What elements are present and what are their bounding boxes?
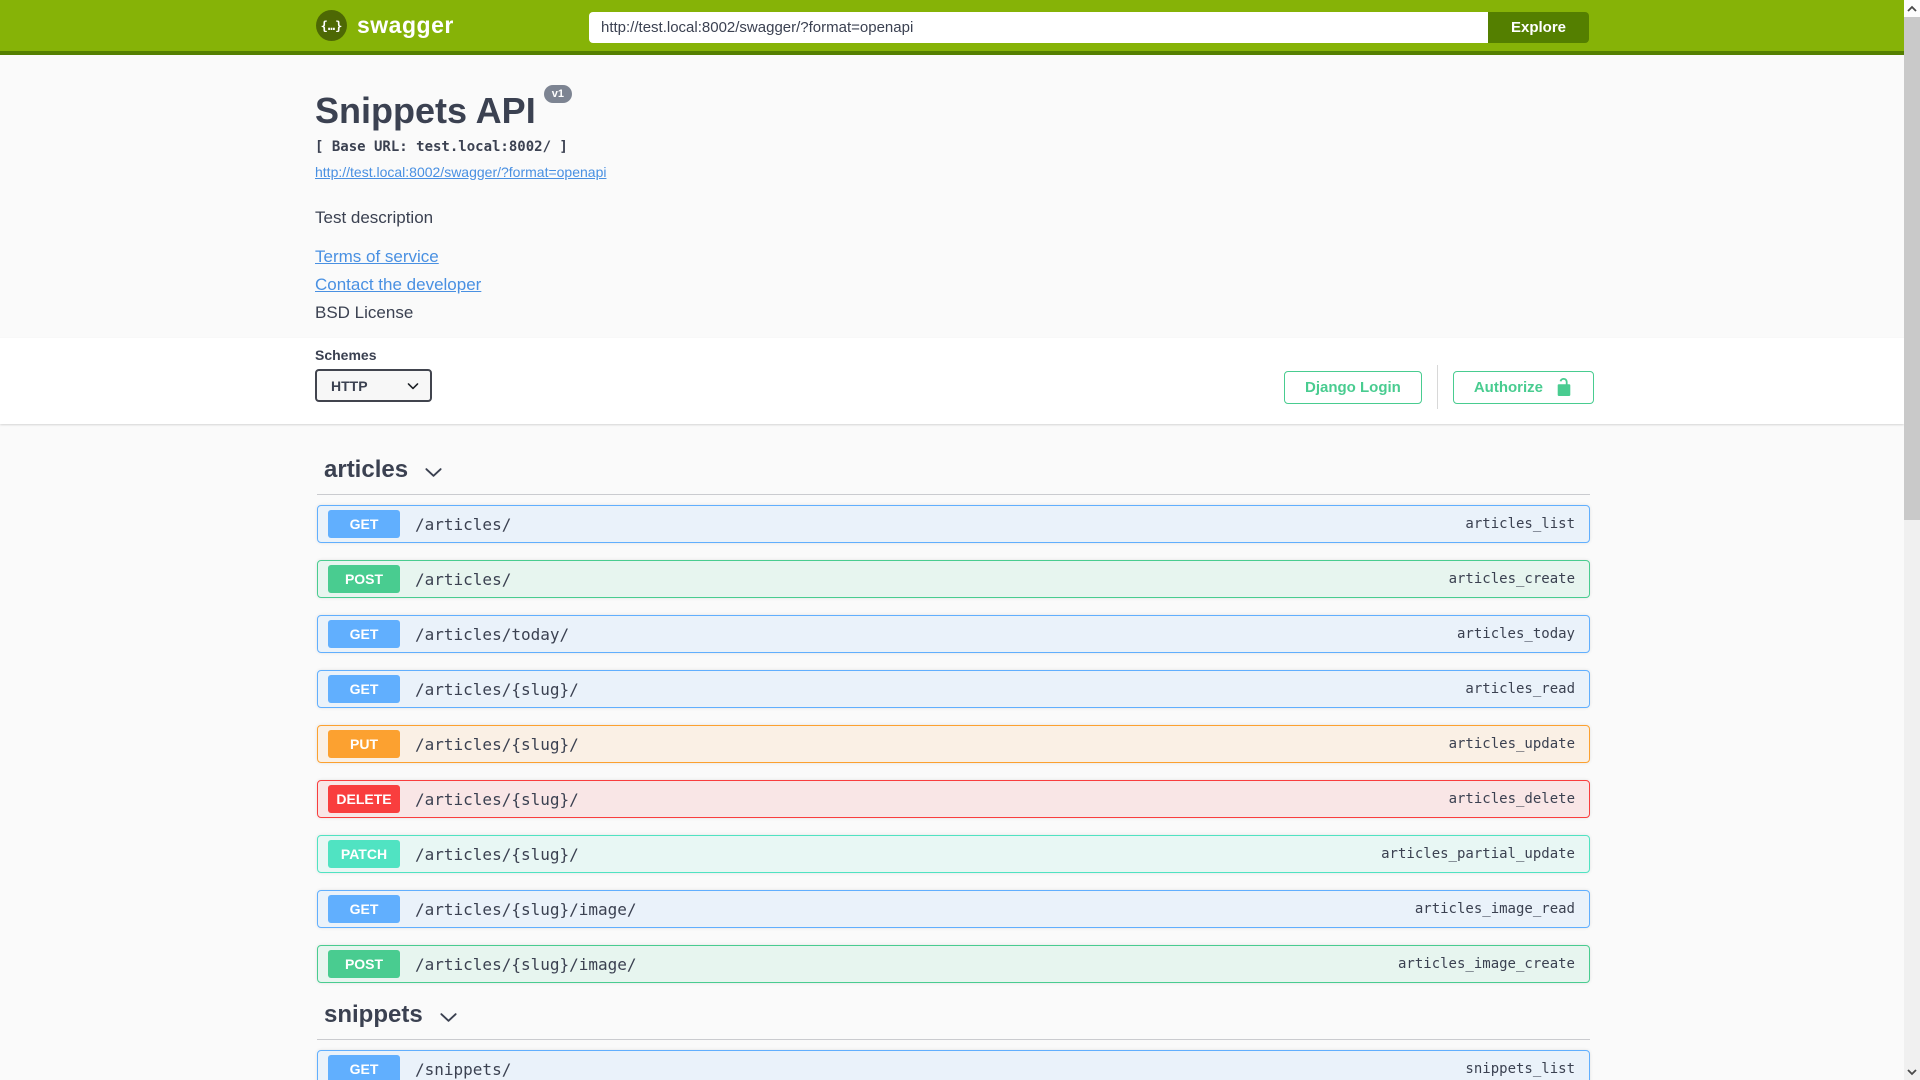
- method-badge: GET: [328, 675, 400, 703]
- django-login-label: Django Login: [1305, 378, 1401, 396]
- tag-section-articles: articles GET/articles/articles_list POST/a…: [317, 455, 1590, 983]
- schemes-select[interactable]: HTTP: [315, 369, 432, 402]
- operation-path: /articles/: [415, 569, 512, 589]
- operation-row[interactable]: GET/articles/today/articles_today: [317, 615, 1590, 653]
- scrollbar-thumb[interactable]: [1904, 17, 1920, 520]
- scrollbar-down-arrow[interactable]: [1904, 1063, 1920, 1080]
- tag-header-articles[interactable]: articles: [324, 455, 443, 485]
- schemes-selected-value: HTTP: [331, 377, 368, 394]
- operation-row[interactable]: POST/articles/articles_create: [317, 560, 1590, 598]
- chevron-down-icon: [1907, 1068, 1917, 1075]
- auth-wrapper: Django Login Authorize: [1284, 365, 1594, 409]
- operation-path: /articles/{slug}/: [415, 789, 579, 809]
- operation-id: articles_image_create: [1397, 956, 1575, 972]
- base-url: [ Base URL: test.local:8002/ ]: [315, 139, 568, 155]
- django-login-button[interactable]: Django Login: [1284, 370, 1422, 404]
- method-badge: POST: [328, 950, 400, 978]
- page-title: Snippets API v1: [315, 85, 1590, 131]
- contact-developer-link[interactable]: Contact the developer: [315, 275, 481, 295]
- operation-path: /articles/{slug}/: [415, 734, 579, 754]
- operation-row[interactable]: GET/articles/{slug}/image/articles_image…: [317, 890, 1590, 928]
- operation-id: articles_read: [1465, 681, 1575, 697]
- method-badge: GET: [328, 510, 400, 538]
- method-badge: PUT: [328, 730, 400, 758]
- operation-id: articles_update: [1448, 736, 1575, 752]
- license-text: BSD License: [315, 303, 414, 322]
- chevron-up-icon: [1907, 5, 1917, 12]
- tag-title: snippets: [324, 1001, 423, 1028]
- method-badge: GET: [328, 1055, 400, 1080]
- chevron-down-icon: [407, 382, 419, 389]
- topbar: {…} swagger Explore: [0, 0, 1904, 55]
- operation-row[interactable]: GET/articles/articles_list: [317, 505, 1590, 543]
- version-badge: v1: [543, 85, 572, 103]
- operation-path: /snippets/: [415, 1059, 512, 1079]
- spec-link[interactable]: http://test.local:8002/swagger/?format=o…: [315, 164, 606, 180]
- spec-url-input[interactable]: [589, 12, 1488, 43]
- swagger-brand[interactable]: {…} swagger: [316, 10, 454, 41]
- chevron-down-icon[interactable]: [439, 1008, 458, 1027]
- scrollbar-up-arrow[interactable]: [1904, 0, 1920, 17]
- swagger-logo-icon: {…}: [316, 10, 347, 41]
- unlock-icon: [1557, 378, 1571, 396]
- authorize-label: Authorize: [1473, 378, 1543, 396]
- method-badge: GET: [328, 895, 400, 923]
- tag-title: articles: [324, 456, 409, 483]
- scheme-container: Schemes HTTP Django Login Authorize: [0, 338, 1904, 424]
- operation-row[interactable]: GET/articles/{slug}/ articles_read: [317, 670, 1590, 708]
- info-section: Snippets API v1 [ Base URL: test.local:80…: [315, 55, 1590, 323]
- method-badge: DELETE: [328, 785, 400, 813]
- operation-path: /articles/{slug}/: [415, 844, 579, 864]
- schemes-label: Schemes: [315, 347, 377, 363]
- method-badge: PATCH: [328, 840, 400, 868]
- tag-section-snippets: snippets GET/snippets/snippets_list: [317, 1000, 1590, 1080]
- operation-row[interactable]: DELETE/articles/{slug}/ articles_delete: [317, 780, 1590, 818]
- terms-of-service-link[interactable]: Terms of service: [315, 247, 439, 267]
- schemes-group: Schemes HTTP: [315, 347, 432, 402]
- divider: [317, 1039, 1590, 1040]
- divider: [317, 494, 1590, 495]
- brand-name: swagger: [357, 12, 454, 38]
- method-badge: POST: [328, 565, 400, 593]
- operation-id: snippets_list: [1465, 1061, 1575, 1077]
- method-badge: GET: [328, 620, 400, 648]
- operation-id: articles_create: [1448, 571, 1575, 587]
- explore-button[interactable]: Explore: [1488, 12, 1589, 43]
- operation-id: articles_list: [1465, 516, 1575, 532]
- operation-id: articles_partial_update: [1381, 846, 1575, 862]
- operation-id: articles_delete: [1448, 791, 1575, 807]
- operation-id: articles_today: [1456, 626, 1575, 642]
- operation-path: /articles/{slug}/: [415, 679, 579, 699]
- operation-path: /articles/{slug}/image/: [415, 899, 637, 919]
- operation-path: /articles/today/: [415, 624, 570, 644]
- api-title-text: Snippets API: [315, 90, 536, 131]
- chevron-down-icon[interactable]: [424, 463, 443, 482]
- api-description: Test description: [315, 208, 434, 227]
- divider: [1436, 365, 1438, 409]
- operations: articles GET/articles/articles_list POST/a…: [317, 455, 1590, 1080]
- operation-path: /articles/: [415, 514, 512, 534]
- operation-row[interactable]: PATCH/articles/{slug}/ articles_partial_u…: [317, 835, 1590, 873]
- operation-path: /articles/{slug}/image/: [415, 954, 637, 974]
- operation-row[interactable]: PUT/articles/{slug}/ articles_update: [317, 725, 1590, 763]
- tag-header-snippets[interactable]: snippets: [324, 1000, 458, 1030]
- authorize-button[interactable]: Authorize: [1452, 370, 1594, 404]
- operation-id: articles_image_read: [1414, 901, 1575, 917]
- operation-row[interactable]: GET/snippets/snippets_list: [317, 1050, 1590, 1080]
- scrollbar[interactable]: [1904, 0, 1920, 1080]
- operation-row[interactable]: POST/articles/{slug}/image/articles_imag…: [317, 945, 1590, 983]
